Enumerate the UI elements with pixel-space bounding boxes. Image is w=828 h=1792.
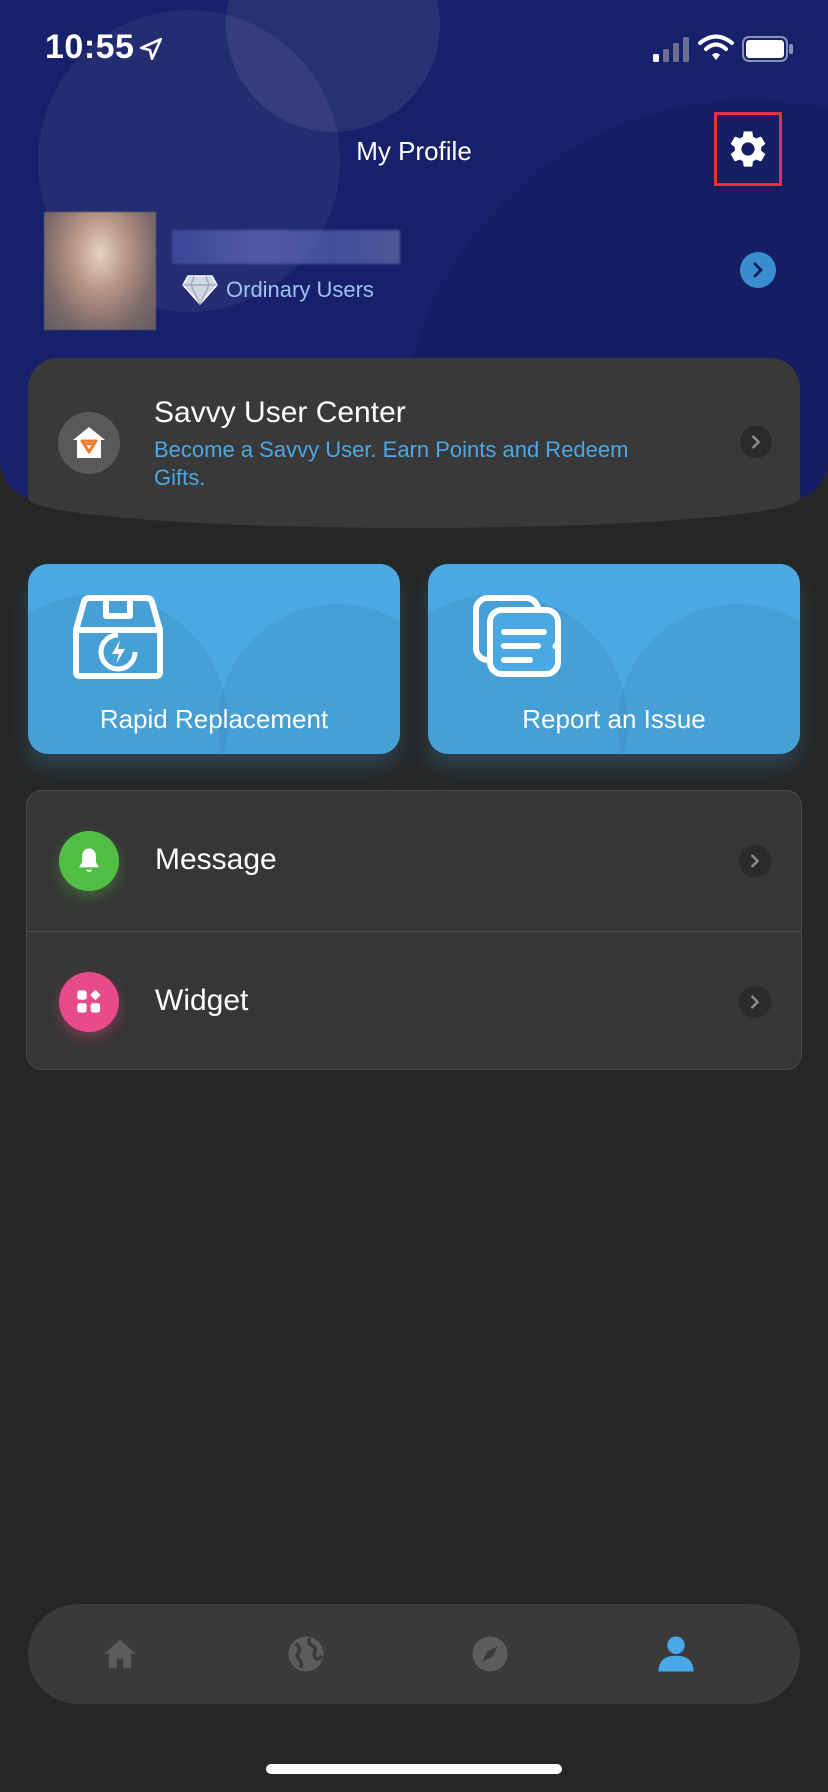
nav-home[interactable]: [98, 1632, 142, 1676]
settings-button[interactable]: [714, 112, 782, 186]
diamond-icon: [182, 275, 218, 306]
documents-icon: [473, 595, 561, 677]
globe-icon: [288, 1636, 324, 1672]
nav-globe[interactable]: [284, 1632, 328, 1676]
menu-list: Message Widget: [26, 790, 802, 1070]
report-issue-label: Report an Issue: [522, 704, 706, 734]
menu-item-widget[interactable]: Widget: [27, 931, 801, 1069]
menu-chevron: [739, 986, 771, 1018]
profile-detail-button[interactable]: [740, 252, 776, 288]
menu-chevron: [739, 845, 771, 877]
savvy-subtitle: Become a Savvy User. Earn Points and Red…: [154, 437, 629, 490]
report-issue-card[interactable]: Report an Issue: [428, 564, 800, 754]
savvy-title: Savvy User Center: [154, 396, 406, 429]
message-icon-badge: [59, 831, 119, 891]
menu-item-message[interactable]: Message: [27, 791, 801, 931]
savvy-chevron: [740, 426, 772, 458]
rapid-replacement-label: Rapid Replacement: [99, 704, 329, 734]
username-redacted: [172, 230, 400, 264]
box-lightning-icon: [73, 595, 163, 679]
savvy-icon-badge: [58, 412, 120, 474]
menu-item-label: Widget: [155, 984, 249, 1017]
cellular-signal-icon: [653, 37, 689, 62]
chevron-right-icon: [751, 854, 759, 868]
widget-grid-icon: [77, 989, 101, 1013]
nav-profile[interactable]: [654, 1632, 698, 1676]
savvy-user-center-card[interactable]: Savvy User Center Become a Savvy User. E…: [28, 358, 800, 528]
chevron-right-icon: [752, 435, 760, 449]
status-bar: 10:55: [0, 0, 828, 100]
battery-icon: [742, 36, 793, 62]
compass-icon: [472, 1636, 508, 1672]
person-icon: [658, 1636, 694, 1672]
menu-item-label: Message: [155, 843, 277, 876]
home-indicator: [266, 1764, 562, 1774]
bell-icon: [79, 848, 99, 872]
avatar[interactable]: [44, 212, 156, 330]
bottom-nav: [28, 1604, 800, 1704]
user-level: Ordinary Users: [182, 274, 374, 306]
house-shield-icon: [73, 427, 105, 458]
gear-icon: [730, 131, 766, 167]
chevron-right-icon: [753, 262, 763, 278]
chevron-right-icon: [751, 995, 759, 1009]
rapid-replacement-card[interactable]: Rapid Replacement: [28, 564, 400, 754]
status-time: 10:55: [45, 28, 135, 66]
home-icon: [104, 1639, 136, 1669]
location-arrow-icon: [139, 37, 163, 61]
nav-explore[interactable]: [468, 1632, 512, 1676]
widget-icon-badge: [59, 972, 119, 1032]
user-level-label: Ordinary Users: [226, 277, 374, 302]
page-title: My Profile: [356, 136, 472, 166]
wifi-icon: [698, 34, 734, 60]
